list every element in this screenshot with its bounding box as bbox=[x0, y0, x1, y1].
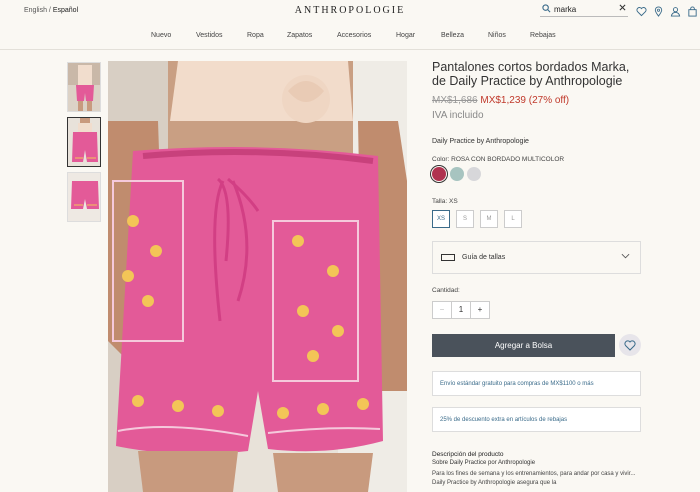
product-title: Pantalones cortos bordados Marka, de Dai… bbox=[432, 60, 630, 88]
top-bar: English / Español ANTHROPOLOGIE marka bbox=[0, 0, 700, 22]
price-original: MX$1,686 bbox=[432, 95, 478, 106]
qty-input[interactable]: 1 bbox=[451, 302, 471, 318]
quantity-stepper: − 1 + bbox=[432, 301, 490, 319]
size-guide-label: Guía de tallas bbox=[462, 254, 506, 261]
quantity-label: Cantidad: bbox=[432, 287, 460, 294]
thumbnail-3[interactable] bbox=[67, 172, 101, 222]
size-xs[interactable]: XS bbox=[432, 210, 450, 228]
swatch-gris[interactable] bbox=[467, 167, 481, 181]
nav-nuevo[interactable]: Nuevo bbox=[151, 32, 171, 39]
description-heading: Descripción del producto bbox=[432, 451, 504, 458]
heart-icon bbox=[624, 340, 636, 351]
search-box[interactable]: marka bbox=[540, 3, 628, 17]
nav-ropa[interactable]: Ropa bbox=[247, 32, 264, 39]
size-m[interactable]: M bbox=[480, 210, 498, 228]
size-label: Talla: XS bbox=[432, 198, 458, 205]
price: MX$1,686 MX$1,239 (27% off) bbox=[432, 95, 569, 106]
vendor-link[interactable]: Daily Practice by Anthropologie bbox=[432, 138, 529, 145]
price-sale: MX$1,239 (27% off) bbox=[480, 95, 570, 106]
nav-accesorios[interactable]: Accesorios bbox=[337, 32, 371, 39]
nav-belleza[interactable]: Belleza bbox=[441, 32, 464, 39]
search-icon bbox=[542, 4, 551, 15]
description-subheading: Sobre Daily Practice por Anthropologie bbox=[432, 460, 536, 466]
product-main-image[interactable] bbox=[108, 61, 407, 492]
wishlist-button[interactable] bbox=[619, 334, 641, 356]
thumbnail-2[interactable] bbox=[67, 117, 101, 167]
promo-discount[interactable]: 25% de descuento extra en artículos de r… bbox=[432, 407, 641, 432]
ruler-icon bbox=[441, 254, 455, 261]
thumbnail-1[interactable] bbox=[67, 62, 101, 112]
bag-icon[interactable] bbox=[687, 4, 698, 17]
size-l[interactable]: L bbox=[504, 210, 522, 228]
size-guide[interactable]: Guía de tallas bbox=[432, 241, 641, 274]
tax-note: IVA incluido bbox=[432, 110, 484, 121]
add-to-bag-button[interactable]: Agregar a Bolsa bbox=[432, 334, 615, 357]
nav-ninos[interactable]: Niños bbox=[488, 32, 506, 39]
nav-vestidos[interactable]: Vestidos bbox=[196, 32, 222, 39]
swatch-rosa[interactable] bbox=[432, 167, 446, 181]
promo-shipping[interactable]: Envío estándar gratuito para compras de … bbox=[432, 371, 641, 396]
nav-zapatos[interactable]: Zapatos bbox=[287, 32, 312, 39]
swatch-azul[interactable] bbox=[450, 167, 464, 181]
main-nav: Nuevo Vestidos Ropa Zapatos Accesorios H… bbox=[0, 28, 700, 50]
size-s[interactable]: S bbox=[456, 210, 474, 228]
search-input[interactable]: marka bbox=[554, 5, 576, 14]
user-icon[interactable] bbox=[670, 4, 681, 17]
qty-increase-button[interactable]: + bbox=[471, 302, 489, 318]
color-label: Color: ROSA CON BORDADO MULTICOLOR bbox=[432, 156, 565, 163]
heart-icon[interactable] bbox=[636, 4, 647, 17]
nav-hogar[interactable]: Hogar bbox=[396, 32, 415, 39]
location-icon[interactable] bbox=[653, 4, 664, 17]
qty-decrease-button[interactable]: − bbox=[433, 302, 451, 318]
description-body: Para los fines de semana y los entrenami… bbox=[432, 471, 636, 486]
chevron-down-icon bbox=[621, 252, 630, 261]
clear-search-icon[interactable] bbox=[619, 4, 626, 13]
nav-rebajas[interactable]: Rebajas bbox=[530, 32, 556, 39]
